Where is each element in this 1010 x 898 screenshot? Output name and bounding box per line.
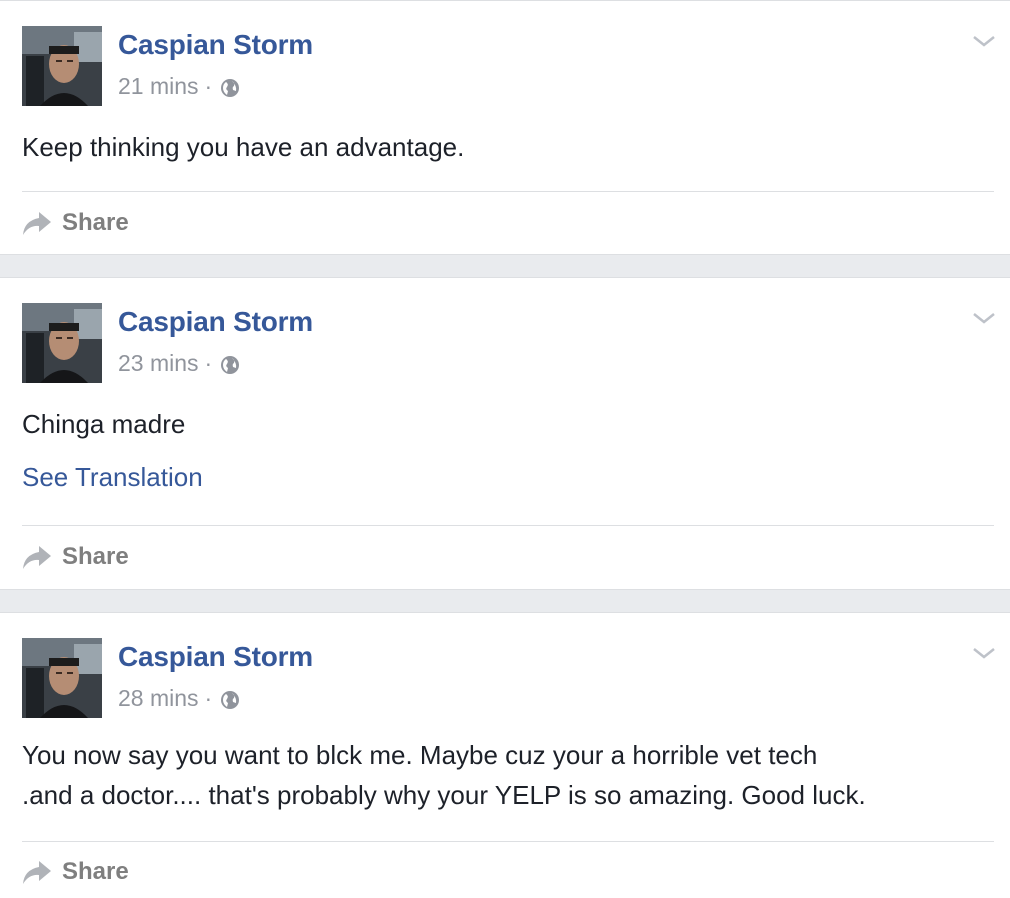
share-arrow-icon bbox=[23, 212, 51, 235]
meta-separator: · bbox=[204, 685, 213, 711]
author-name[interactable]: Caspian Storm bbox=[118, 641, 313, 673]
chevron-down-icon[interactable] bbox=[972, 308, 996, 328]
see-translation-link[interactable]: See Translation bbox=[22, 462, 203, 493]
globe-icon[interactable] bbox=[220, 77, 240, 97]
news-feed: Caspian Storm 21 mins · Keep thinking yo… bbox=[0, 0, 1010, 898]
share-arrow-icon bbox=[23, 861, 51, 884]
post-text-line: .and a doctor.... that's probably why yo… bbox=[22, 780, 866, 810]
chevron-down-icon[interactable] bbox=[972, 643, 996, 663]
feed-post: Caspian Storm 21 mins · Keep thinking yo… bbox=[0, 0, 1010, 255]
post-text-line: You now say you want to blck me. Maybe c… bbox=[22, 740, 818, 770]
share-label: Share bbox=[62, 209, 129, 236]
post-meta: 23 mins · bbox=[118, 350, 240, 377]
feed-post: Caspian Storm 28 mins · You now say you … bbox=[0, 612, 1010, 898]
post-text: Chinga madre bbox=[22, 409, 186, 439]
meta-separator: · bbox=[204, 350, 213, 376]
divider bbox=[22, 191, 994, 192]
share-label: Share bbox=[62, 543, 129, 570]
divider bbox=[22, 841, 994, 842]
avatar[interactable] bbox=[22, 26, 102, 106]
post-timestamp[interactable]: 21 mins bbox=[118, 73, 199, 100]
share-button[interactable]: Share bbox=[22, 543, 129, 571]
globe-icon[interactable] bbox=[220, 689, 240, 709]
avatar[interactable] bbox=[22, 638, 102, 718]
post-meta: 28 mins · bbox=[118, 685, 240, 712]
divider bbox=[22, 525, 994, 526]
post-meta: 21 mins · bbox=[118, 73, 240, 100]
globe-icon[interactable] bbox=[220, 354, 240, 374]
share-arrow-icon bbox=[23, 546, 51, 569]
share-label: Share bbox=[62, 858, 129, 885]
post-timestamp[interactable]: 28 mins bbox=[118, 685, 199, 712]
chevron-down-icon[interactable] bbox=[972, 31, 996, 51]
share-button[interactable]: Share bbox=[22, 858, 129, 886]
post-text: Keep thinking you have an advantage. bbox=[22, 132, 465, 162]
avatar[interactable] bbox=[22, 303, 102, 383]
share-button[interactable]: Share bbox=[22, 209, 129, 237]
author-name[interactable]: Caspian Storm bbox=[118, 306, 313, 338]
post-text: You now say you want to blck me. Maybe c… bbox=[22, 735, 866, 815]
meta-separator: · bbox=[204, 73, 213, 99]
feed-post: Caspian Storm 23 mins · Chinga madre See… bbox=[0, 277, 1010, 590]
author-name[interactable]: Caspian Storm bbox=[118, 29, 313, 61]
post-timestamp[interactable]: 23 mins bbox=[118, 350, 199, 377]
